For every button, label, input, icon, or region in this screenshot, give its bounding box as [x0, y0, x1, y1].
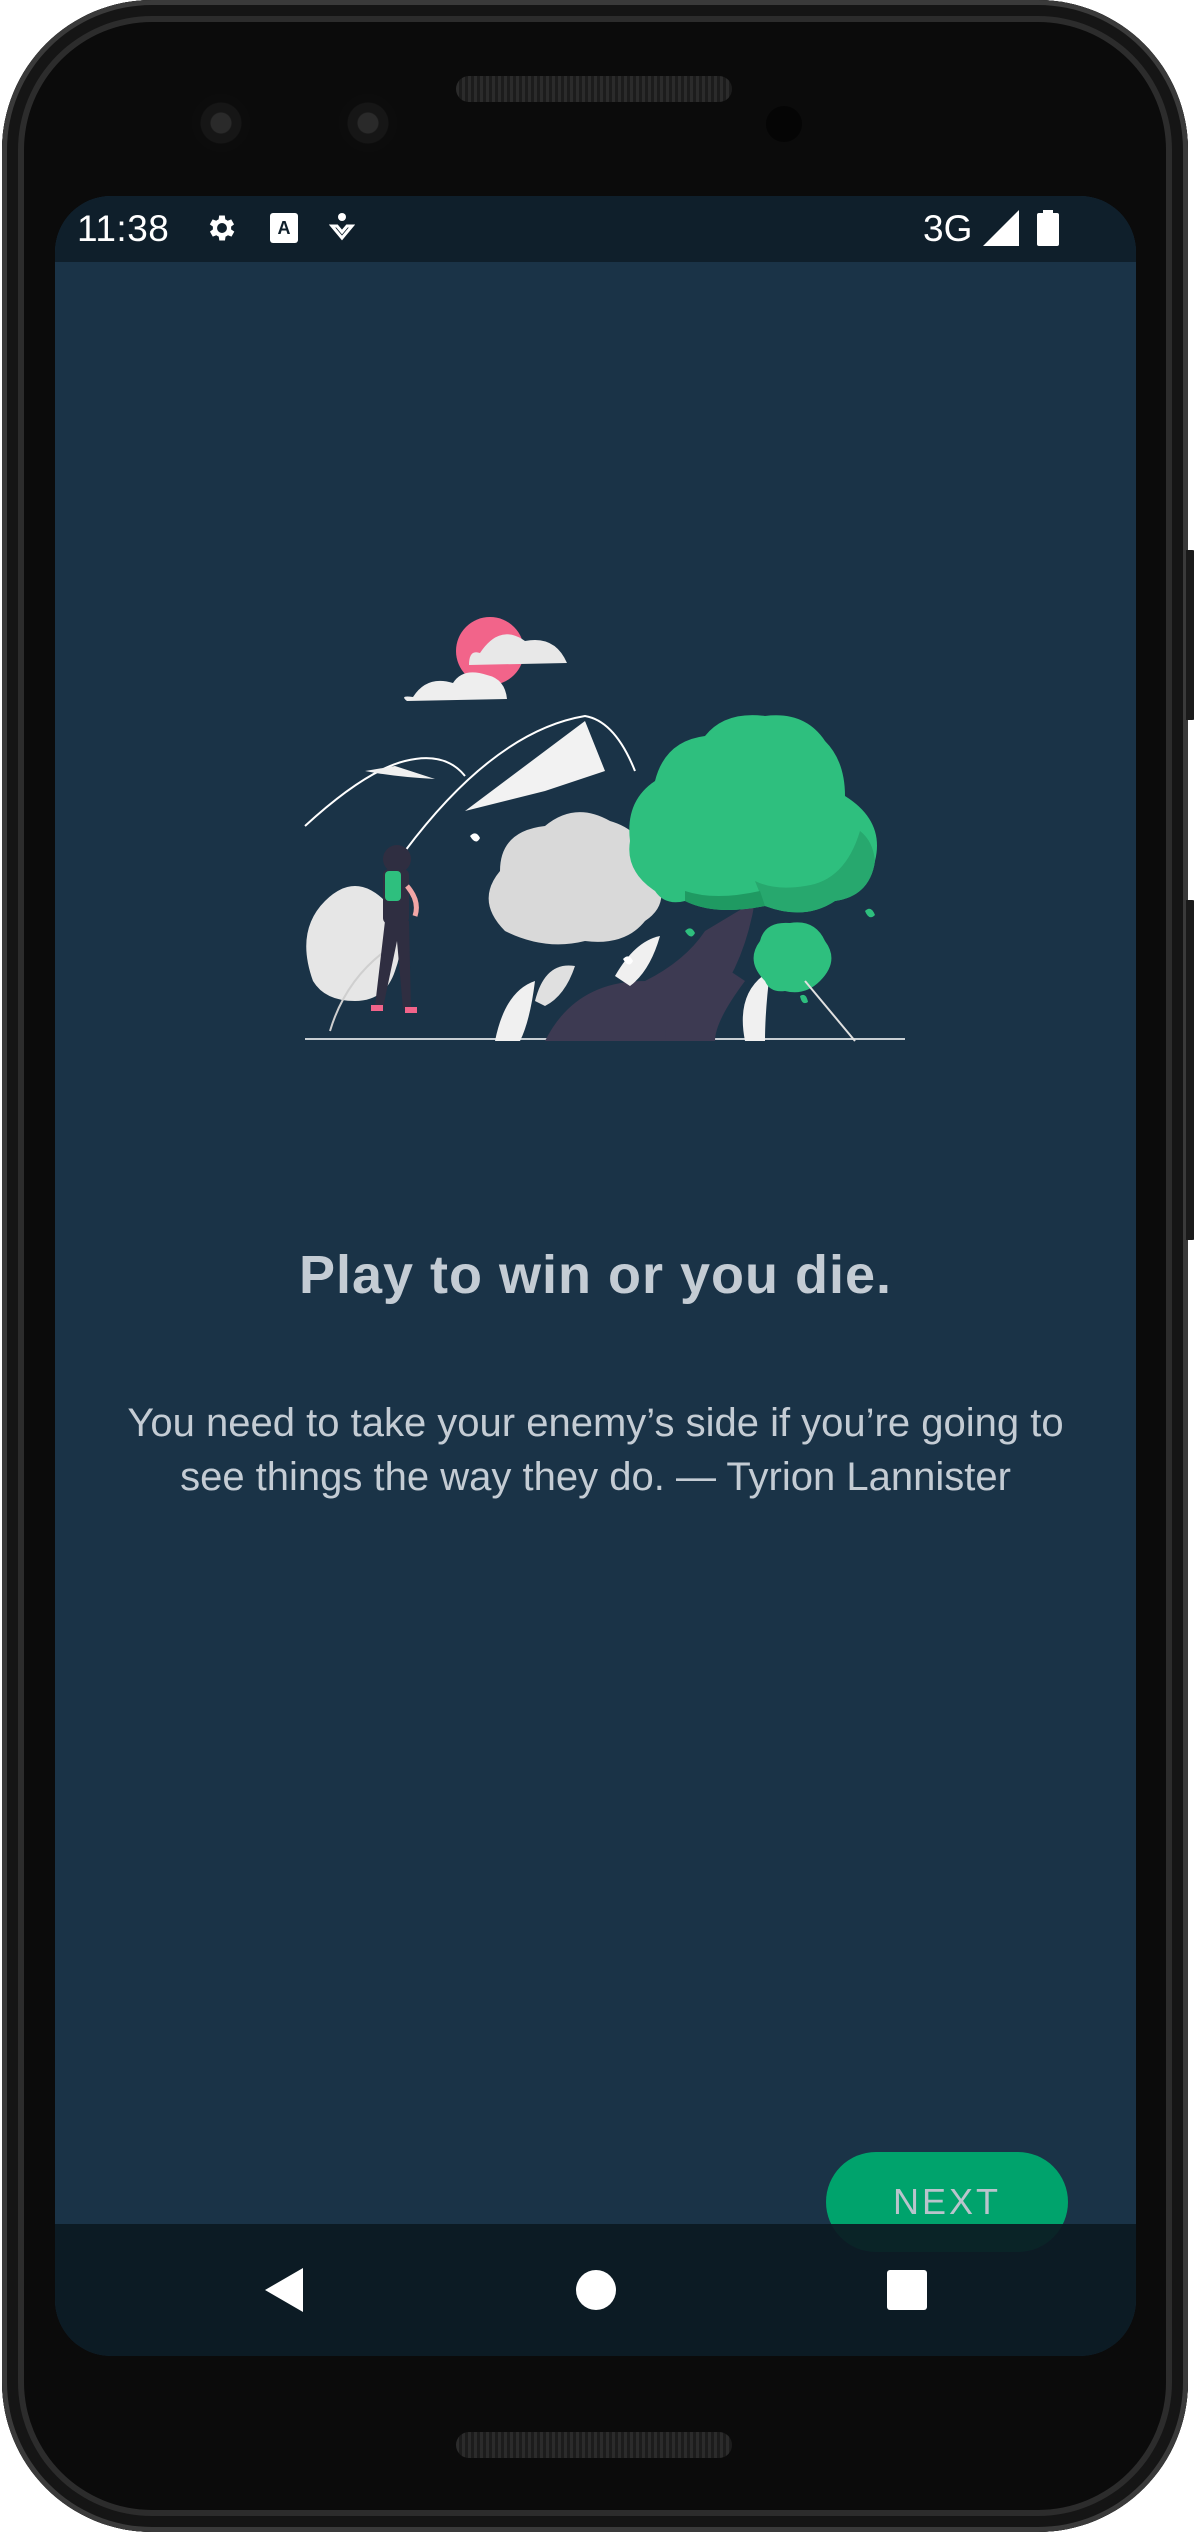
- front-camera-secondary: [339, 94, 397, 152]
- system-nav-bar: [55, 2224, 1136, 2356]
- volume-button: [1186, 900, 1194, 1240]
- bottom-speaker: [456, 2432, 732, 2458]
- front-camera: [192, 94, 250, 152]
- recents-icon[interactable]: [877, 2260, 937, 2320]
- quote-text: You need to take your enemy’s side if yo…: [127, 1401, 1064, 1499]
- proximity-sensor: [766, 106, 802, 142]
- back-icon[interactable]: [255, 2260, 315, 2320]
- gear-icon: [203, 210, 241, 246]
- signal-icon: [981, 210, 1021, 246]
- accessibility-icon: [327, 210, 357, 246]
- network-type: 3G: [923, 208, 973, 249]
- hero-illustration: [245, 601, 925, 1081]
- phone-frame: 11:38 A 3G Play to win or you die. You n…: [2, 0, 1194, 2532]
- app-screen: 11:38 A 3G Play to win or you die. You n…: [55, 196, 1136, 2356]
- power-button: [1186, 550, 1194, 720]
- svg-text:A: A: [278, 218, 291, 238]
- status-time: 11:38: [77, 208, 170, 249]
- home-icon[interactable]: [566, 2260, 626, 2320]
- earpiece-speaker: [456, 76, 732, 102]
- battery-icon: [1035, 210, 1061, 246]
- font-a-icon: A: [269, 210, 299, 246]
- status-bar: 11:38 A 3G: [55, 196, 1136, 262]
- page-title: Play to win or you die.: [298, 1245, 893, 1305]
- cloud-shape-2: [404, 672, 507, 701]
